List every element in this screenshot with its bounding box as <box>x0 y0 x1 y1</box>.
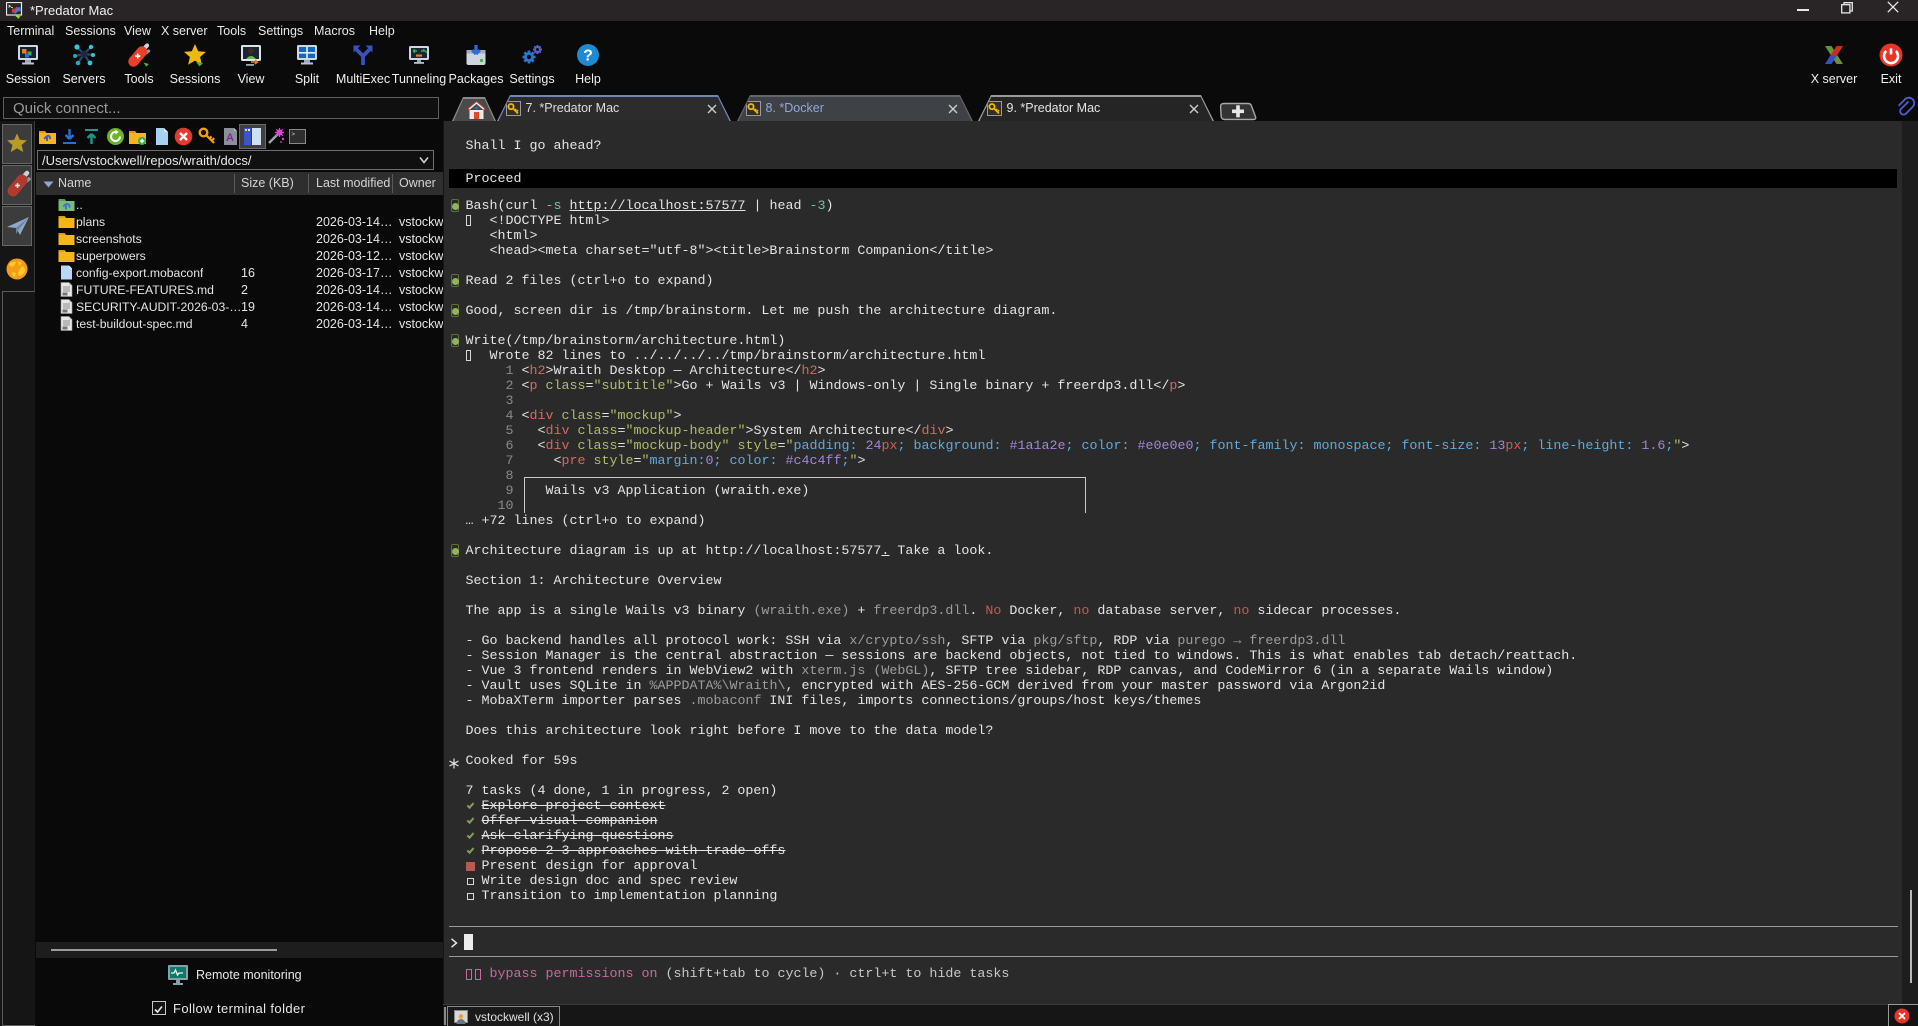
svg-text:>: > <box>292 132 296 138</box>
svg-text:A: A <box>226 132 234 144</box>
svg-text:?: ? <box>583 48 593 65</box>
